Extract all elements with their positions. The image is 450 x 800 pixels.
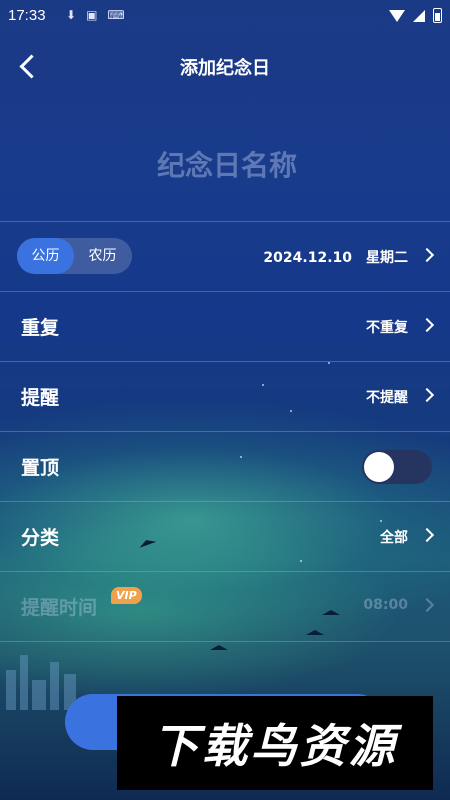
download-icon: ⬇ xyxy=(66,8,77,22)
system-icons xyxy=(389,8,442,23)
toggle-knob xyxy=(364,452,394,482)
chevron-right-icon xyxy=(419,527,435,543)
repeat-label: 重复 xyxy=(21,317,60,339)
weekday-value: 星期二 xyxy=(366,250,408,266)
wifi-icon xyxy=(389,9,405,22)
date-value: 2024.12.10 xyxy=(263,250,352,266)
watermark-overlay: 下载鸟资源 xyxy=(117,696,433,790)
repeat-value: 不重复 xyxy=(366,320,408,336)
remind-label: 提醒 xyxy=(21,387,60,409)
pin-toggle[interactable] xyxy=(362,450,432,484)
category-label: 分类 xyxy=(21,527,60,549)
remind-time-label: 提醒时间 xyxy=(21,597,98,619)
divider xyxy=(0,641,450,642)
date-display: 2024.12.10 星期二 xyxy=(263,247,408,267)
chevron-right-icon xyxy=(419,317,435,333)
signal-icon xyxy=(413,9,425,22)
remind-time-row[interactable]: 提醒时间 08:00 xyxy=(0,571,450,641)
category-row[interactable]: 分类 全部 xyxy=(0,501,450,571)
chevron-right-icon xyxy=(419,597,435,613)
remind-row[interactable]: 提醒 不提醒 xyxy=(0,361,450,431)
notification-icons: ⬇ ▣ ⌨ xyxy=(66,8,125,22)
app-notification-icon: ▣ xyxy=(86,8,98,22)
chevron-right-icon xyxy=(419,247,435,263)
vip-badge: VIP xyxy=(111,587,142,604)
status-bar: 17:33 ⬇ ▣ ⌨ xyxy=(0,0,450,32)
anniversary-name-input[interactable] xyxy=(40,140,414,190)
remind-time-value: 08:00 xyxy=(363,597,408,613)
pin-label: 置顶 xyxy=(21,457,60,479)
battery-icon xyxy=(433,8,442,23)
remind-value: 不提醒 xyxy=(366,390,408,406)
keyboard-icon: ⌨ xyxy=(107,8,125,22)
page-title: 添加纪念日 xyxy=(180,58,270,79)
repeat-row[interactable]: 重复 不重复 xyxy=(0,291,450,361)
category-value: 全部 xyxy=(380,530,408,546)
status-time: 17:33 xyxy=(8,7,46,24)
navigation-bar: 添加纪念日 xyxy=(0,40,450,92)
chevron-right-icon xyxy=(419,387,435,403)
date-row[interactable]: 2024.12.10 星期二 xyxy=(0,221,450,291)
